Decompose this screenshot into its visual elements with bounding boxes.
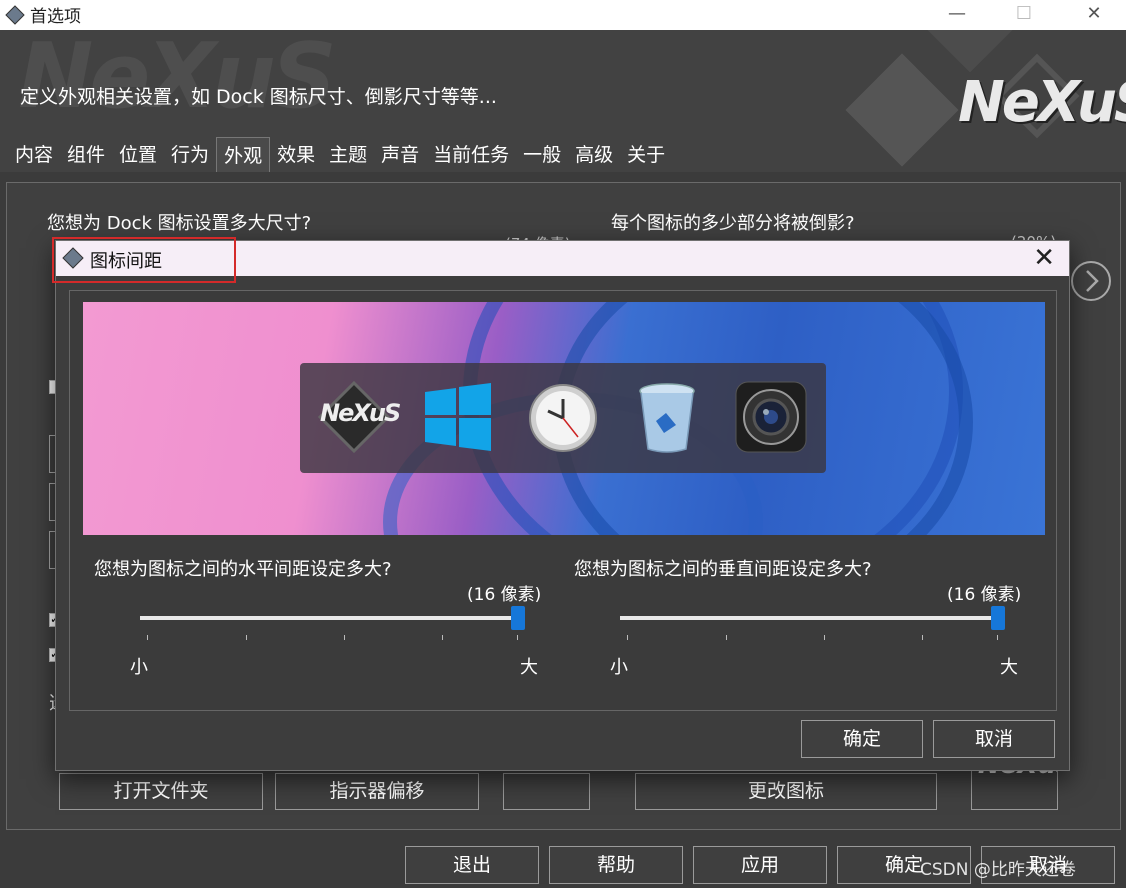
reflection-question: 每个图标的多少部分将被倒影?: [611, 213, 855, 234]
dock-logo: NeXuS: [320, 399, 401, 427]
slider-tick: [517, 635, 518, 640]
exit-button[interactable]: 退出: [405, 846, 539, 884]
dock-preview: NeXuS: [83, 302, 1045, 535]
slider-tick: [726, 635, 727, 640]
dialog-cancel-button[interactable]: 取消: [933, 720, 1055, 758]
change-icon-button[interactable]: 更改图标: [635, 773, 937, 810]
csdn-watermark: CSDN @比昨天还卷: [920, 860, 1076, 880]
horizontal-min-label: 小: [130, 657, 148, 678]
tab-content[interactable]: 内容: [8, 137, 60, 172]
vertical-slider-track[interactable]: [620, 616, 998, 620]
apply-button[interactable]: 应用: [693, 846, 827, 884]
icon-size-question: 您想为 Dock 图标设置多大尺寸?: [47, 213, 312, 234]
tab-themes[interactable]: 主题: [322, 137, 374, 172]
tab-about[interactable]: 关于: [620, 137, 672, 172]
windows-icon: [425, 383, 491, 451]
slider-tick: [147, 635, 148, 640]
close-button[interactable]: ✕: [1071, 0, 1117, 30]
indicator-offset-button[interactable]: 指示器偏移: [275, 773, 479, 810]
dock-bar: NeXuS: [300, 363, 826, 473]
indicator-preview[interactable]: [503, 773, 590, 810]
tab-appearance[interactable]: 外观: [216, 137, 271, 172]
dialog-close-button[interactable]: ✕: [1033, 243, 1055, 273]
dialog-ok-button[interactable]: 确定: [801, 720, 923, 758]
horizontal-max-label: 大: [520, 657, 538, 678]
clock-icon: [529, 384, 597, 452]
header-watermark: NeXuS: [18, 30, 337, 129]
decor-diamond: [845, 53, 959, 167]
tab-behavior[interactable]: 行为: [164, 137, 216, 172]
help-button[interactable]: 帮助: [549, 846, 683, 884]
recycle-bin-icon: [639, 383, 695, 453]
preferences-window: 首选项 — ☐ ✕ NeXuS NeXuS 定义外观相关设置，如 Dock 图标…: [0, 0, 1126, 888]
tab-running-tasks[interactable]: 当前任务: [426, 137, 516, 172]
window-title: 首选项: [30, 7, 81, 27]
vertical-min-label: 小: [610, 657, 628, 678]
slider-tick: [627, 635, 628, 640]
slider-tick: [246, 635, 247, 640]
camera-icon: [735, 381, 807, 453]
horizontal-slider-thumb[interactable]: [511, 606, 525, 630]
tab-position[interactable]: 位置: [112, 137, 164, 172]
nexus-logo: NeXuS: [958, 70, 1126, 135]
icon-spacing-dialog: 图标间距 ✕ NeXuS 您想为图标之间的水平间距设定多大? (16 像素) 小…: [55, 240, 1070, 771]
slider-tick: [344, 635, 345, 640]
minimize-button[interactable]: —: [934, 0, 980, 30]
slider-tick: [824, 635, 825, 640]
title-bar: 首选项 — ☐ ✕: [0, 0, 1126, 30]
horizontal-slider-track[interactable]: [140, 616, 518, 620]
chevron-right-icon[interactable]: [1069, 259, 1113, 303]
maximize-button[interactable]: ☐: [1001, 0, 1047, 30]
tab-components[interactable]: 组件: [60, 137, 112, 172]
tab-advanced[interactable]: 高级: [568, 137, 620, 172]
nexus-icon: NeXuS: [318, 381, 401, 453]
tab-general[interactable]: 一般: [516, 137, 568, 172]
vertical-slider-thumb[interactable]: [991, 606, 1005, 630]
decor-diamond: [927, 30, 1013, 73]
vertical-spacing-value: (16 像素): [947, 585, 1022, 605]
tab-bar: 内容 组件 位置 行为 外观 效果 主题 声音 当前任务 一般 高级 关于: [8, 137, 672, 172]
slider-tick: [922, 635, 923, 640]
vertical-max-label: 大: [1000, 657, 1018, 678]
tab-effects[interactable]: 效果: [270, 137, 322, 172]
vertical-spacing-question: 您想为图标之间的垂直间距设定多大?: [574, 559, 872, 580]
spacing-panel: NeXuS 您想为图标之间的水平间距设定多大? (16 像素) 小 大 您想为图…: [69, 290, 1057, 711]
slider-tick: [997, 635, 998, 640]
page-description: 定义外观相关设置，如 Dock 图标尺寸、倒影尺寸等等...: [20, 86, 497, 108]
horizontal-spacing-value: (16 像素): [467, 585, 542, 605]
open-folder-button[interactable]: 打开文件夹: [59, 773, 263, 810]
highlight-box: [52, 237, 236, 283]
slider-tick: [442, 635, 443, 640]
horizontal-spacing-question: 您想为图标之间的水平间距设定多大?: [94, 559, 392, 580]
app-icon: [5, 5, 25, 25]
tab-sounds[interactable]: 声音: [374, 137, 426, 172]
